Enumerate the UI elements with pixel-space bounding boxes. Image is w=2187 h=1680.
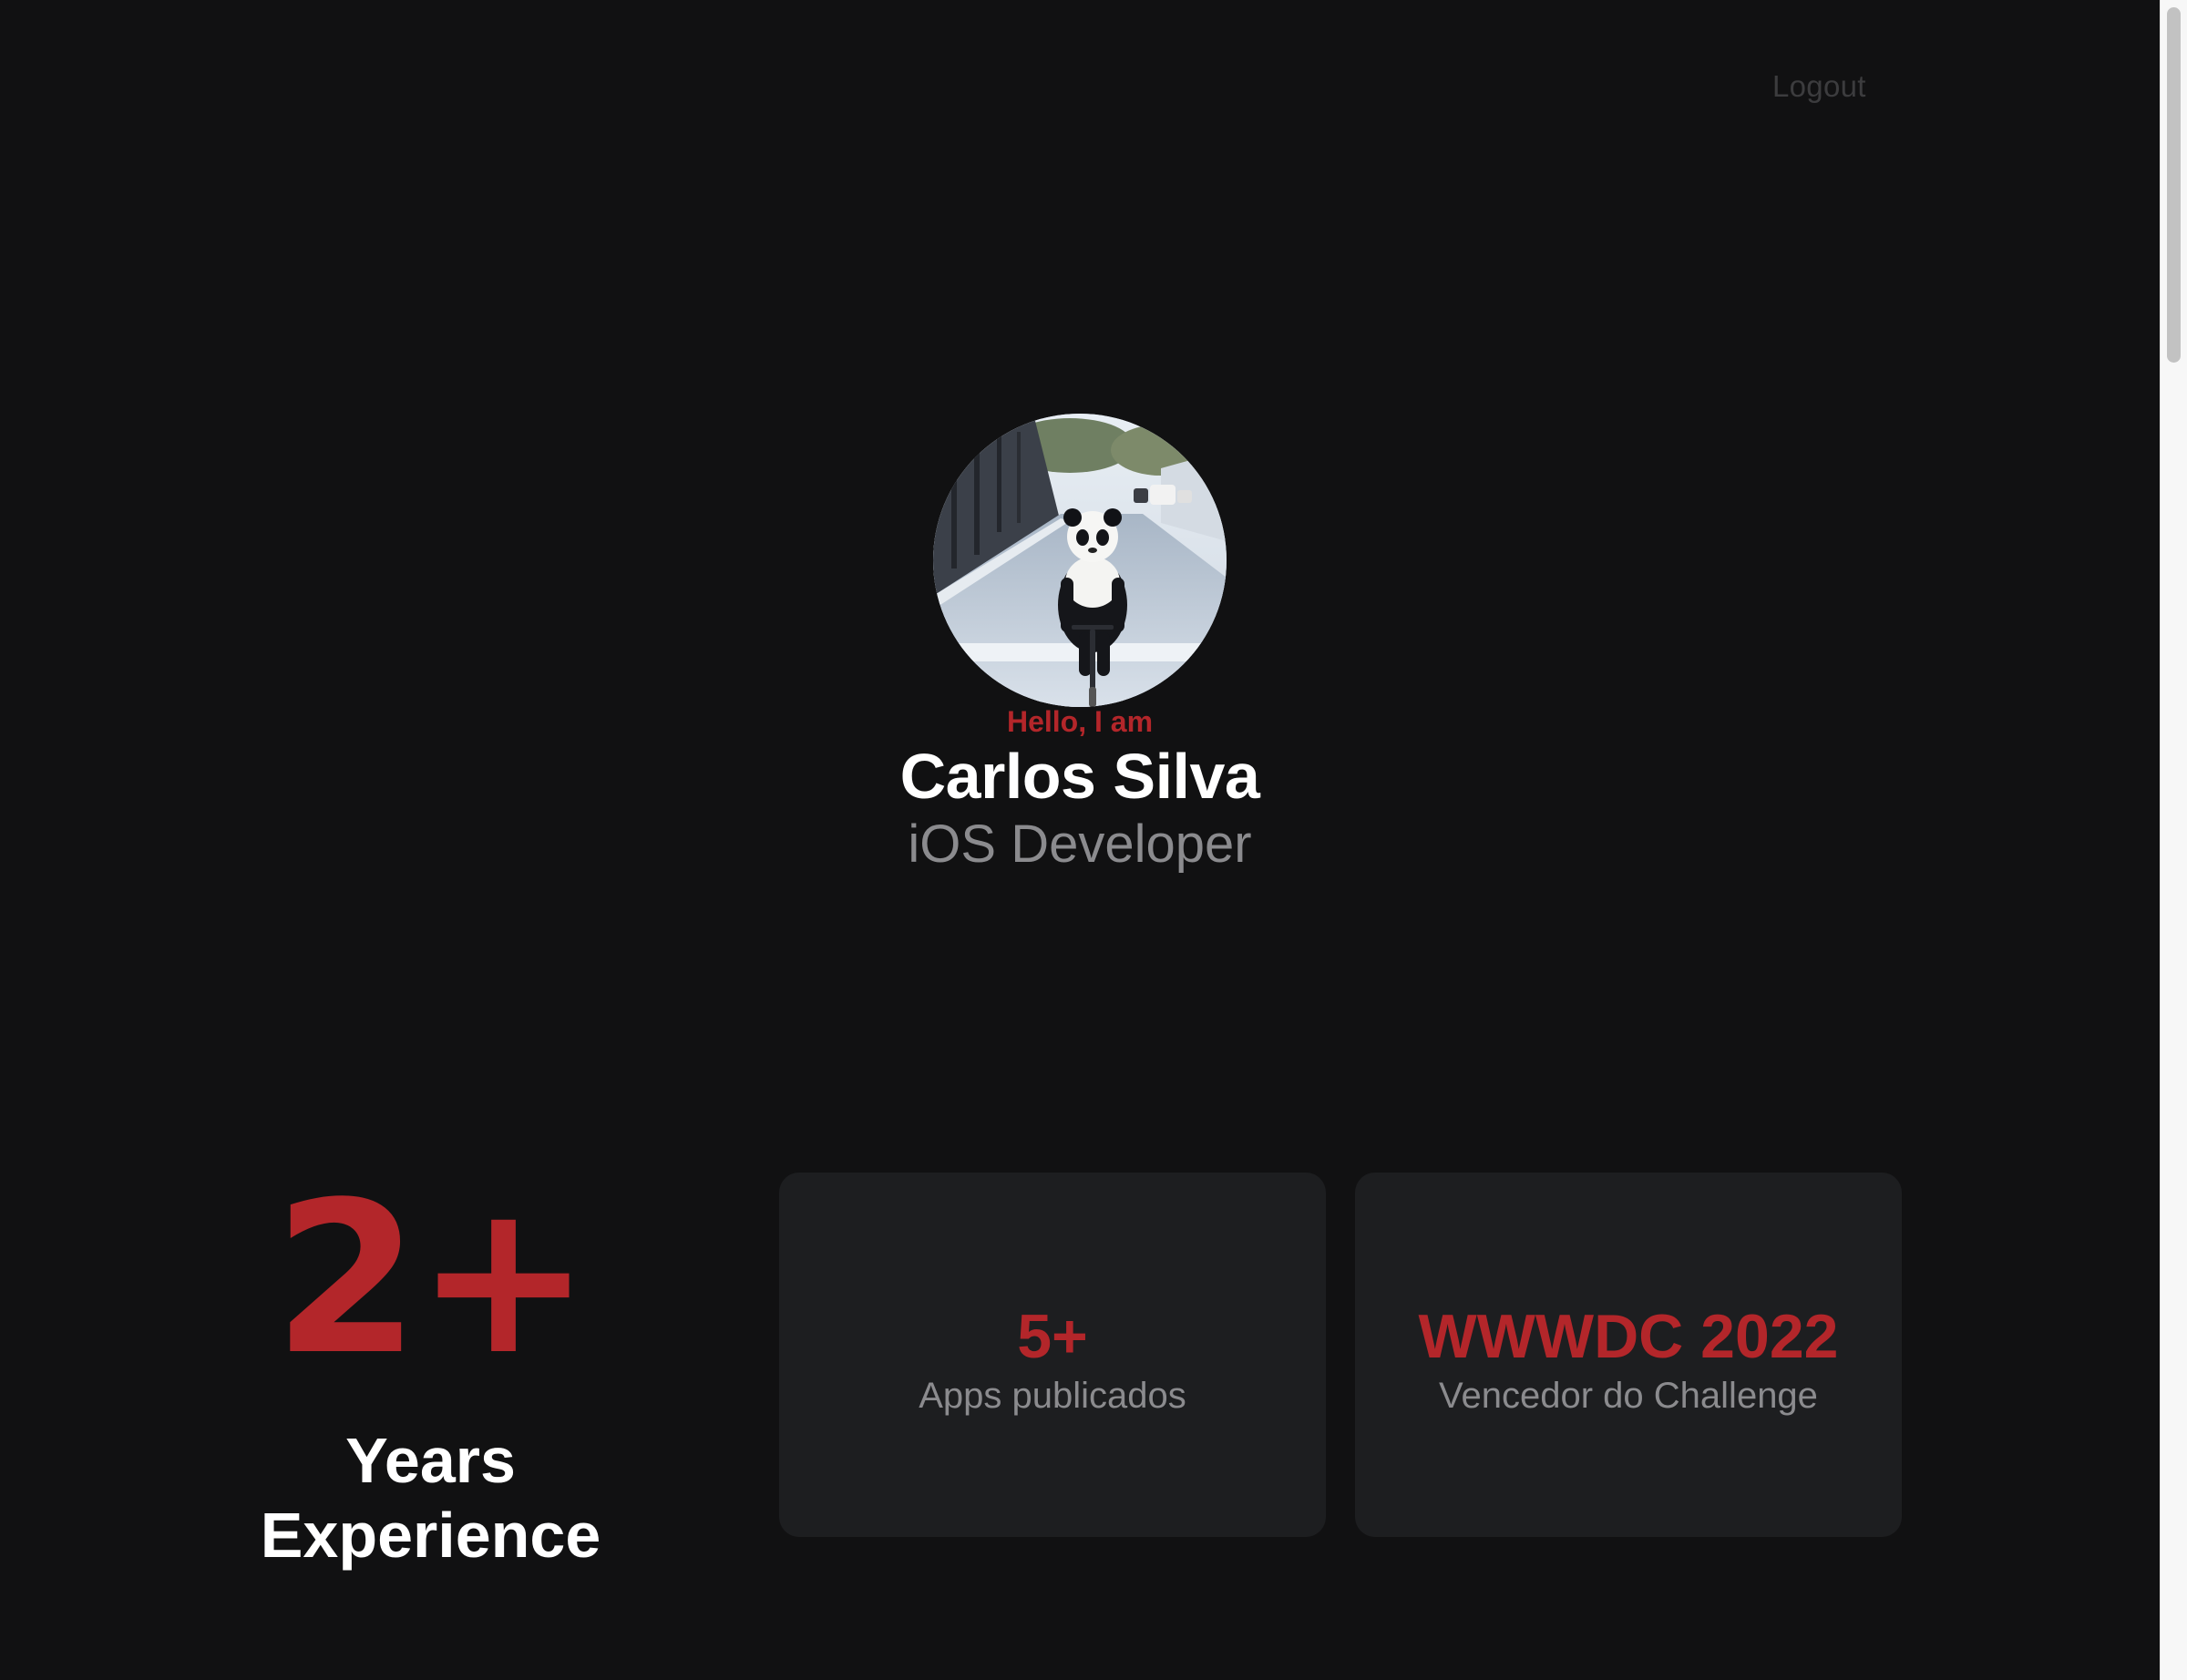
experience-label: Years Experience	[155, 1423, 706, 1572]
experience-stat: 2+ Years Experience	[155, 1175, 706, 1572]
stat-card-label: Apps publicados	[919, 1376, 1186, 1416]
experience-value: 2+	[273, 1158, 591, 1401]
experience-label-line1: Years	[345, 1425, 516, 1496]
stat-card-apps: 5+ Apps publicados	[779, 1173, 1326, 1537]
portfolio-page: Logout Hello, I am Carlos Silva iOS Deve…	[0, 0, 2160, 1680]
hero-greeting: Hello, I am	[1006, 705, 1154, 738]
hero-role: iOS Developer	[908, 814, 1252, 874]
stat-card-value: 5+	[1017, 1302, 1088, 1371]
logout-link[interactable]: Logout	[1772, 69, 1866, 104]
scrollbar-thumb[interactable]	[2167, 7, 2181, 363]
stat-card-value: WWWDC 2022	[1418, 1302, 1839, 1371]
avatar	[933, 414, 1227, 707]
vertical-scrollbar[interactable]	[2160, 0, 2187, 1680]
stat-card-wwdc: WWWDC 2022 Vencedor do Challenge	[1355, 1173, 1902, 1537]
experience-label-line2: Experience	[260, 1500, 601, 1571]
panda-on-bicycle-photo-icon	[933, 414, 1227, 707]
hero-name: Carlos Silva	[899, 741, 1260, 812]
stat-card-label: Vencedor do Challenge	[1439, 1376, 1818, 1416]
